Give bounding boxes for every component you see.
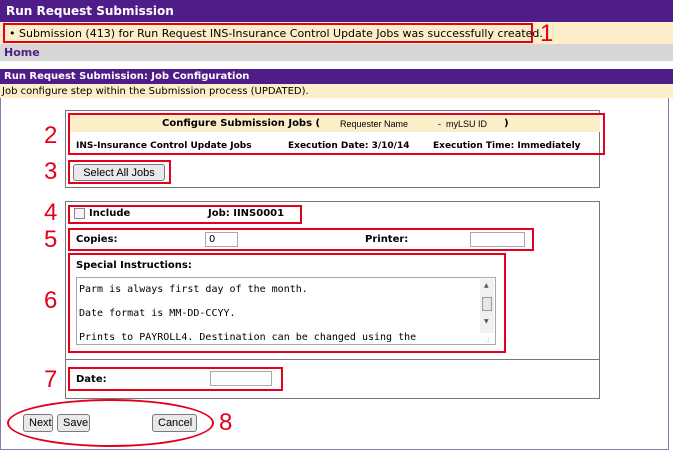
callout-number-1: 1 xyxy=(540,20,554,47)
copies-input[interactable]: 0 xyxy=(205,232,238,247)
special-line-3: Prints to PAYROLL4. Destination can be c… xyxy=(79,332,417,343)
configure-heading-close: ) xyxy=(504,118,509,129)
job-label: Job: IINS0001 xyxy=(208,208,285,219)
special-instructions-label: Special Instructions: xyxy=(76,260,192,271)
callout-number-8: 8 xyxy=(219,409,233,436)
scroll-down-icon[interactable]: ▼ xyxy=(484,318,489,325)
divider xyxy=(65,359,600,360)
special-line-2: Date format is MM-DD-CCYY. xyxy=(79,308,236,319)
mylsu-id: - myLSU ID xyxy=(438,119,488,129)
callout-number-5: 5 xyxy=(44,226,58,253)
home-bar xyxy=(0,44,673,61)
copies-value: 0 xyxy=(209,234,216,245)
section-title: Run Request Submission: Job Configuratio… xyxy=(4,71,250,82)
special-line-1: Parm is always first day of the month. xyxy=(79,284,308,295)
configure-heading: Configure Submission Jobs ( xyxy=(162,118,321,129)
execution-date: Execution Date: 3/10/14 xyxy=(288,141,410,151)
date-input[interactable] xyxy=(210,371,272,386)
callout-number-6: 6 xyxy=(44,287,58,314)
callout-number-4: 4 xyxy=(44,199,58,226)
callout-number-2: 2 xyxy=(44,122,58,149)
next-button[interactable]: Next xyxy=(23,414,53,432)
callout-box-5 xyxy=(68,228,534,251)
page-title: Run Request Submission xyxy=(6,4,174,18)
printer-label: Printer: xyxy=(365,234,409,245)
callout-number-7: 7 xyxy=(44,366,58,393)
include-label: Include xyxy=(89,208,131,219)
section-subtitle: Job configure step within the Submission… xyxy=(2,86,309,97)
date-label: Date: xyxy=(76,374,107,385)
resize-grip-icon[interactable]: .: xyxy=(485,336,490,344)
cancel-button[interactable]: Cancel xyxy=(152,414,197,432)
callout-number-3: 3 xyxy=(44,158,58,185)
include-checkbox[interactable] xyxy=(74,208,85,219)
select-all-jobs-button[interactable]: Select All Jobs xyxy=(73,164,165,181)
execution-time: Execution Time: Immediately xyxy=(433,141,581,151)
scroll-thumb[interactable] xyxy=(482,297,492,311)
requester-name: Requester Name xyxy=(340,119,409,129)
save-button[interactable]: Save xyxy=(57,414,90,432)
run-request-name: INS-Insurance Control Update Jobs xyxy=(76,141,252,151)
scroll-up-icon[interactable]: ▲ xyxy=(484,282,489,289)
copies-label: Copies: xyxy=(76,234,118,245)
printer-input[interactable] xyxy=(470,232,525,247)
success-message: • Submission (413) for Run Request INS-I… xyxy=(9,27,543,40)
home-link[interactable]: Home xyxy=(4,46,40,59)
